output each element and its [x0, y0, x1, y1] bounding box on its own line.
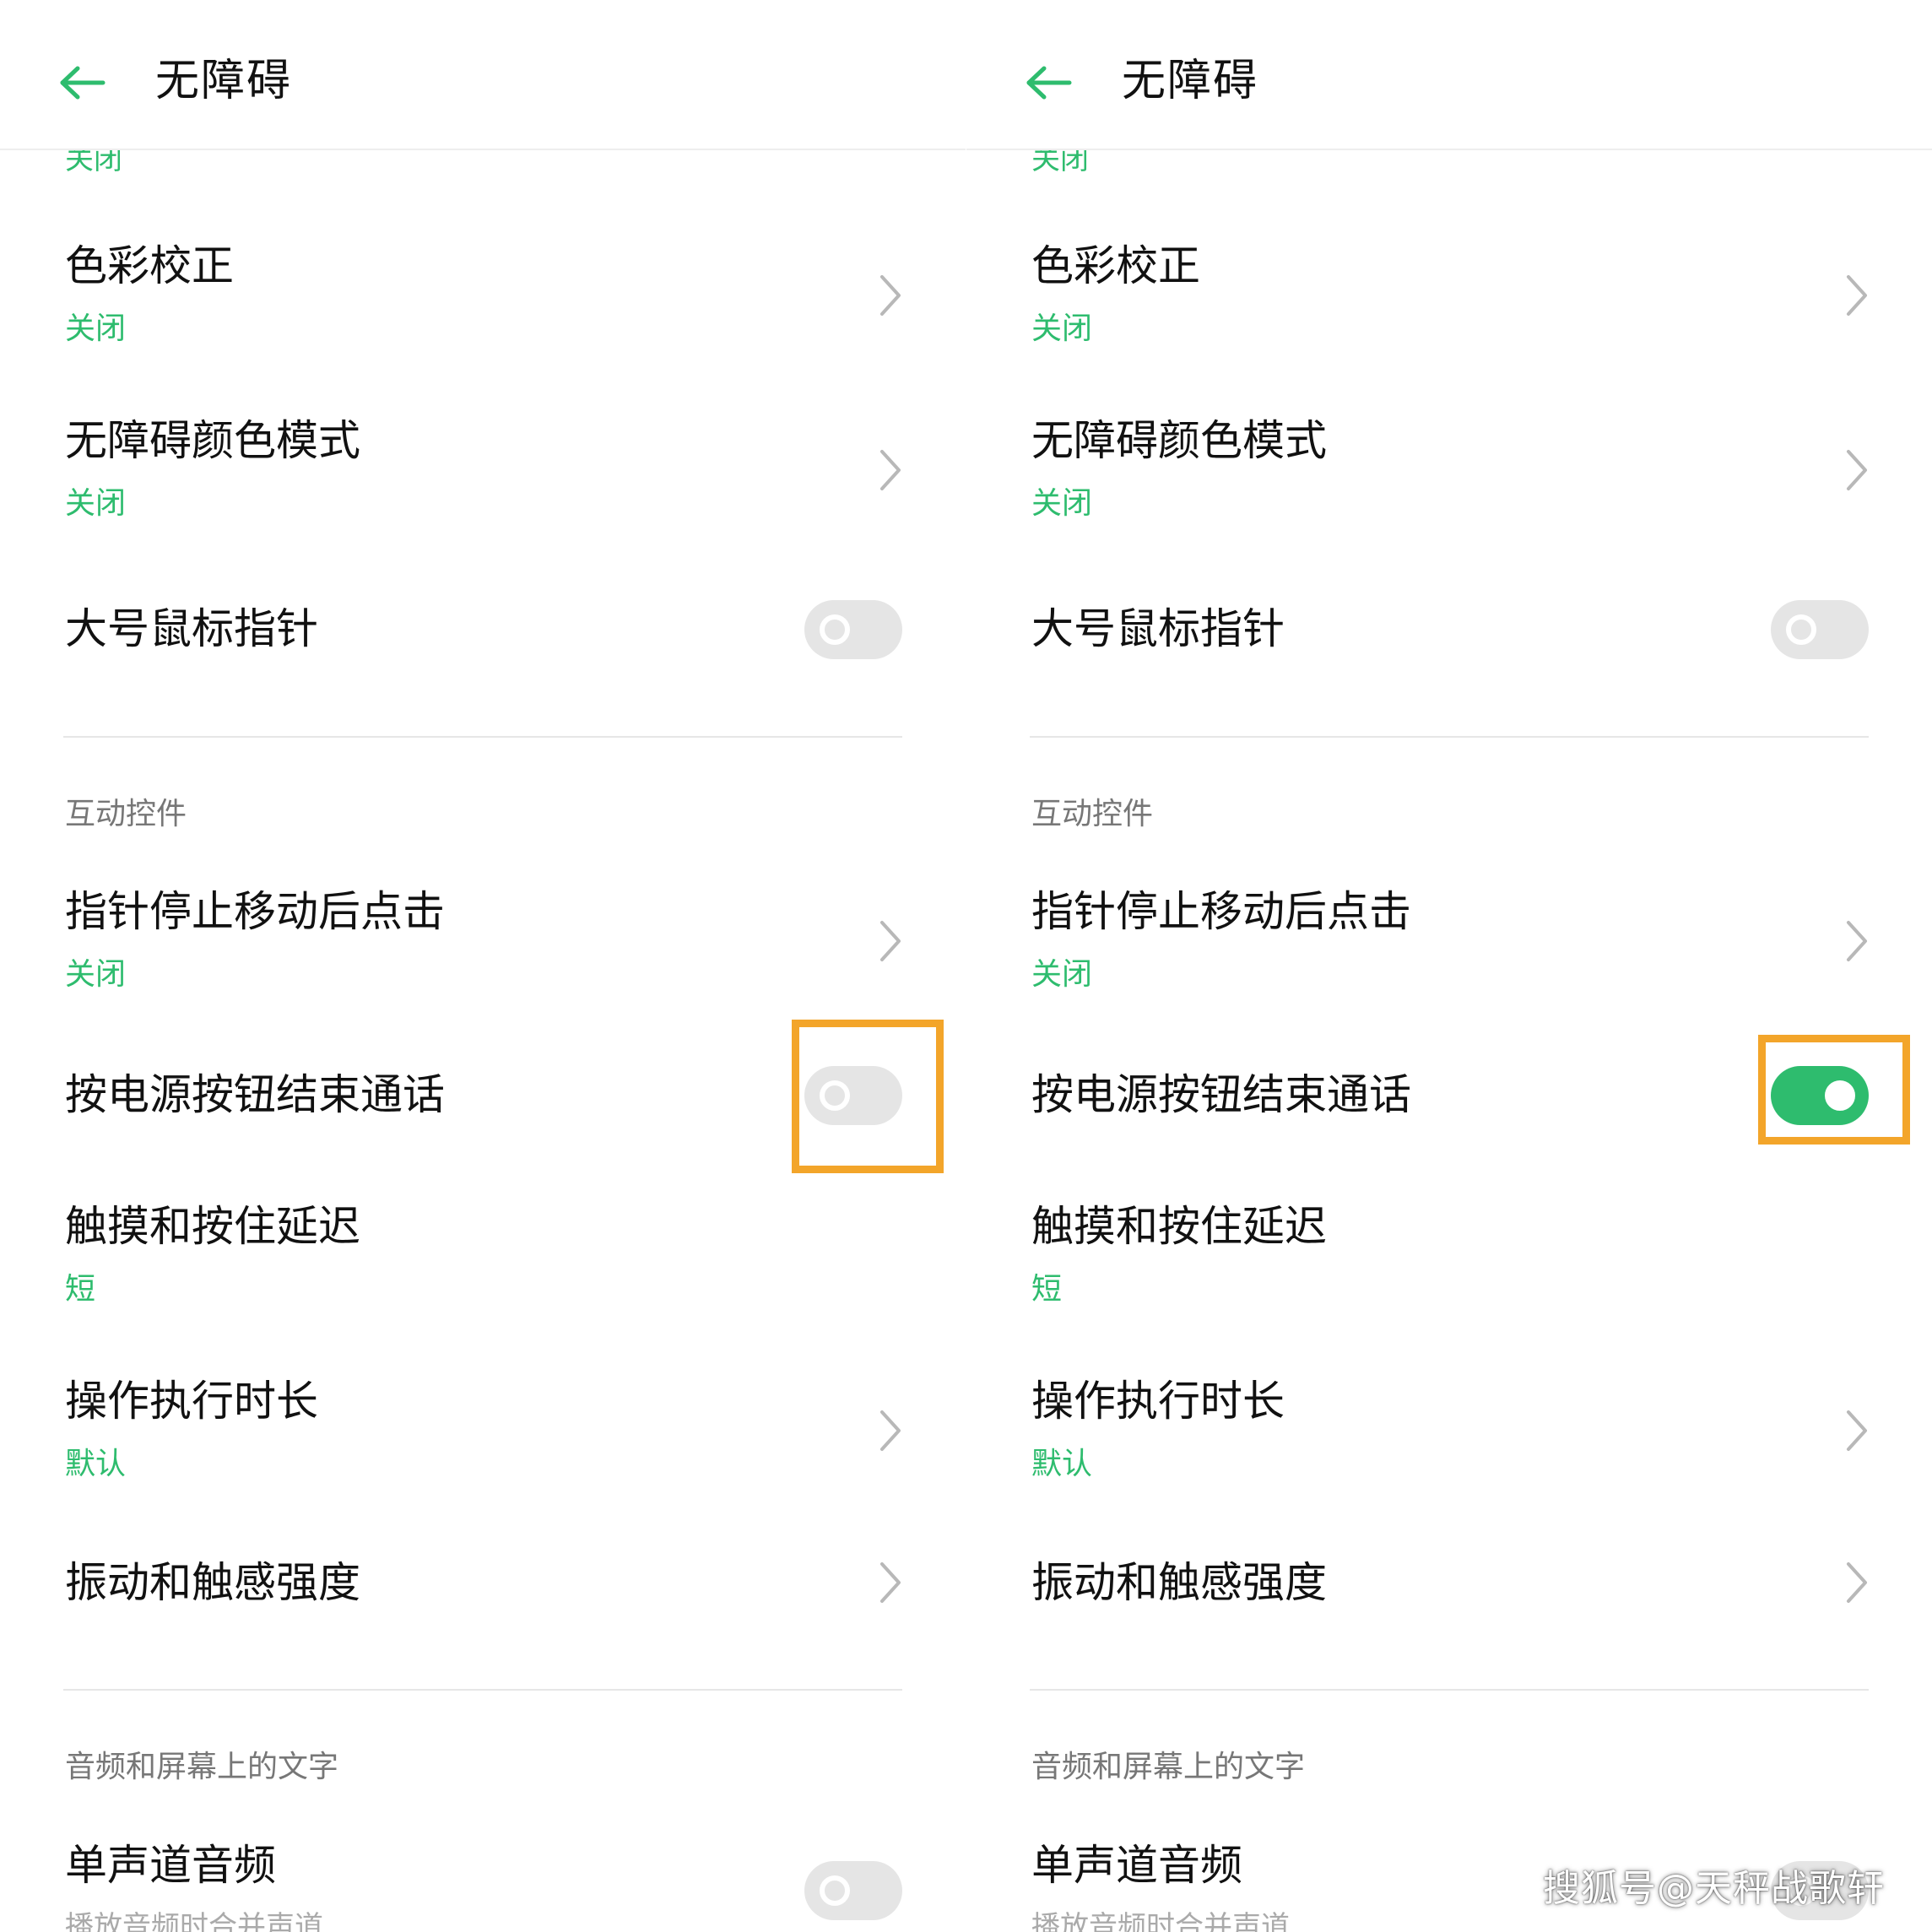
settings-panel-right: 关闭 色彩校正 关闭 无障碍颜色模式 关闭 大号鼠标指针 互动控件 指针停止移动… [966, 0, 1932, 1932]
row-mono-audio: 单声道音频 播放音频时合并声道 [0, 1836, 966, 1932]
page-title: 无障碍 [155, 56, 293, 106]
row-title: 按电源按钮结束通话 [65, 1070, 445, 1119]
chevron-right-icon [1847, 921, 1867, 961]
top-app-bar: 无障碍 [966, 0, 1932, 150]
chevron-right-icon [880, 450, 901, 490]
row-value: 默认 [65, 1447, 127, 1481]
row-value: 关闭 [1031, 957, 1093, 992]
row-large-pointer: 大号鼠标指针 [0, 599, 966, 667]
row-touch-delay[interactable]: 触摸和按住延迟 短 [0, 1197, 966, 1332]
back-button[interactable] [1019, 52, 1080, 113]
settings-list: 关闭 色彩校正 关闭 无障碍颜色模式 关闭 大号鼠标指针 互动控件 指针停止移动… [0, 0, 966, 1932]
row-title: 单声道音频 [1031, 1841, 1242, 1890]
row-desc: 播放音频时合并声道 [1031, 1910, 1290, 1932]
row-title: 按电源按钮结束通话 [1031, 1070, 1411, 1119]
chevron-right-icon [1847, 275, 1867, 316]
row-value: 关闭 [65, 311, 127, 346]
row-title: 单声道音频 [65, 1841, 276, 1890]
row-title: 大号鼠标指针 [65, 604, 318, 653]
row-color-correction[interactable]: 色彩校正 关闭 [0, 236, 966, 371]
row-title: 色彩校正 [65, 241, 234, 290]
row-color-mode[interactable]: 无障碍颜色模式 关闭 [966, 411, 1932, 546]
back-arrow-icon [1026, 66, 1072, 100]
settings-panel-left: 关闭 色彩校正 关闭 无障碍颜色模式 关闭 大号鼠标指针 互动控件 指针停止移动… [0, 0, 966, 1932]
row-value: 短 [65, 1272, 96, 1307]
top-app-bar: 无障碍 [0, 0, 966, 150]
divider [63, 736, 902, 738]
chevron-right-icon [1847, 450, 1867, 490]
row-title: 无障碍颜色模式 [1031, 416, 1327, 465]
switch-knob [820, 1875, 850, 1906]
switch-knob [820, 614, 850, 645]
large-pointer-switch[interactable] [1771, 600, 1869, 659]
row-value: 默认 [1031, 1447, 1093, 1481]
power-ends-call-switch[interactable] [1771, 1066, 1869, 1125]
row-value: 关闭 [65, 957, 127, 992]
back-button[interactable] [52, 52, 113, 113]
divider [1030, 736, 1869, 738]
chevron-right-icon [880, 275, 901, 316]
row-large-pointer: 大号鼠标指针 [966, 599, 1932, 667]
mono-audio-switch[interactable] [804, 1861, 902, 1920]
switch-knob [820, 1080, 850, 1111]
row-title: 指针停止移动后点击 [65, 887, 445, 936]
chevron-right-icon [880, 1562, 901, 1603]
section-label-audio: 音频和屏幕上的文字 [1031, 1750, 1306, 1784]
back-arrow-icon [60, 66, 106, 100]
large-pointer-switch[interactable] [804, 600, 902, 659]
row-click-after-stop[interactable]: 指针停止移动后点击 关闭 [0, 882, 966, 1017]
watermark-text: 搜狐号@天秤战歌轩 [1543, 1867, 1885, 1910]
row-title: 大号鼠标指针 [1031, 604, 1285, 653]
chevron-right-icon [880, 921, 901, 961]
row-title: 操作执行时长 [65, 1377, 318, 1426]
section-label-audio: 音频和屏幕上的文字 [65, 1750, 339, 1784]
row-title: 色彩校正 [1031, 241, 1200, 290]
row-touch-delay[interactable]: 触摸和按住延迟 短 [966, 1197, 1932, 1332]
power-ends-call-switch[interactable] [804, 1066, 902, 1125]
row-vibration[interactable]: 振动和触感强度 [966, 1553, 1932, 1629]
row-color-mode[interactable]: 无障碍颜色模式 关闭 [0, 411, 966, 546]
page-title: 无障碍 [1122, 56, 1259, 106]
row-power-ends-call: 按电源按钮结束通话 [0, 1065, 966, 1133]
row-title: 触摸和按住延迟 [1031, 1202, 1327, 1251]
row-color-correction[interactable]: 色彩校正 关闭 [966, 236, 1932, 371]
row-value: 关闭 [65, 486, 127, 521]
row-title: 触摸和按住延迟 [65, 1202, 360, 1251]
row-title: 振动和触感强度 [65, 1558, 360, 1607]
row-title: 无障碍颜色模式 [65, 416, 360, 465]
row-title: 振动和触感强度 [1031, 1558, 1327, 1607]
row-power-ends-call: 按电源按钮结束通话 [966, 1065, 1932, 1133]
divider [63, 1689, 902, 1691]
section-label-interaction: 互动控件 [65, 797, 187, 831]
chevron-right-icon [1847, 1410, 1867, 1451]
switch-knob [1786, 614, 1816, 645]
section-label-interaction: 互动控件 [1031, 797, 1154, 831]
chevron-right-icon [880, 1410, 901, 1451]
settings-list: 关闭 色彩校正 关闭 无障碍颜色模式 关闭 大号鼠标指针 互动控件 指针停止移动… [966, 0, 1932, 1932]
row-value: 关闭 [1031, 311, 1093, 346]
row-click-after-stop[interactable]: 指针停止移动后点击 关闭 [966, 882, 1932, 1017]
row-action-duration[interactable]: 操作执行时长 默认 [0, 1372, 966, 1507]
row-desc: 播放音频时合并声道 [65, 1910, 323, 1932]
row-vibration[interactable]: 振动和触感强度 [0, 1553, 966, 1629]
row-title: 指针停止移动后点击 [1031, 887, 1411, 936]
row-value: 关闭 [1031, 486, 1093, 521]
divider [1030, 1689, 1869, 1691]
row-action-duration[interactable]: 操作执行时长 默认 [966, 1372, 1932, 1507]
chevron-right-icon [1847, 1562, 1867, 1603]
row-title: 操作执行时长 [1031, 1377, 1285, 1426]
row-value: 短 [1031, 1272, 1063, 1307]
switch-knob [1825, 1080, 1855, 1111]
